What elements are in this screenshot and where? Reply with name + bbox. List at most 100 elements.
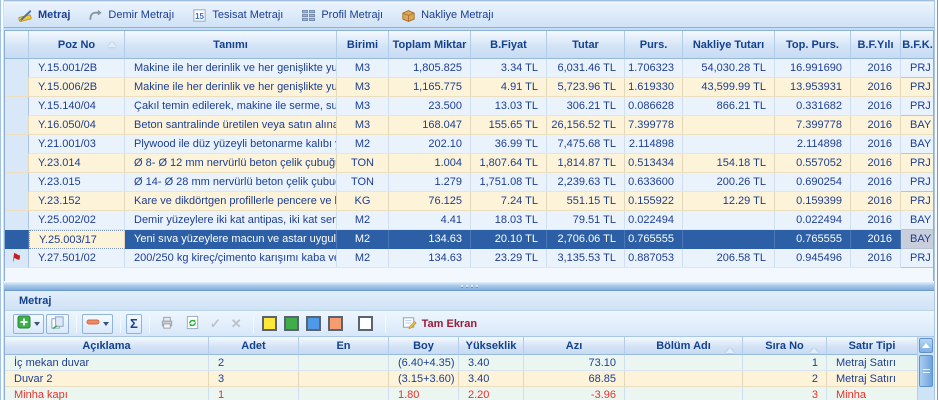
cell-purs[interactable]: 2.114898 xyxy=(625,135,683,154)
cell-bolum[interactable] xyxy=(625,371,743,387)
cell-toplam[interactable]: 134.63 xyxy=(389,249,471,268)
column-header-bfyil[interactable]: B.F.Yılı xyxy=(851,31,901,59)
cell-toplam[interactable]: 202.10 xyxy=(389,135,471,154)
row-gutter-cell[interactable] xyxy=(5,154,29,173)
column-header-bfiyat[interactable]: B.Fiyat xyxy=(471,31,547,59)
table-row[interactable]: Y.23.015Ø 14- Ø 28 mm nervürlü beton çel… xyxy=(5,173,933,192)
cell-en[interactable] xyxy=(299,371,389,387)
row-gutter-cell[interactable] xyxy=(5,97,29,116)
table-row[interactable]: Y.21.001/03Plywood ile düz yüzeyli beton… xyxy=(5,135,933,154)
cell-bfiyat[interactable]: 7.24 TL xyxy=(471,192,547,211)
cell-birim[interactable]: M3 xyxy=(337,59,389,78)
cell-sira[interactable]: 3 xyxy=(743,387,827,400)
cell-tutar[interactable]: 7,475.68 TL xyxy=(547,135,625,154)
cell-toppurs[interactable]: 0.159399 xyxy=(775,192,851,211)
color-swatch-button[interactable] xyxy=(284,316,299,331)
cell-bfiyat[interactable]: 23.29 TL xyxy=(471,249,547,268)
cell-en[interactable] xyxy=(299,355,389,371)
column-header-purs[interactable]: Purs. xyxy=(625,31,683,59)
column-header-azi[interactable]: Azı xyxy=(524,337,625,355)
cell-birim[interactable]: M3 xyxy=(337,116,389,135)
table-row[interactable]: Y.15.006/2BMakine ile her derinlik ve he… xyxy=(5,78,933,97)
cell-birim[interactable]: TON xyxy=(337,173,389,192)
cell-nakliye[interactable]: 154.18 TL xyxy=(683,154,775,173)
cell-birim[interactable]: M2 xyxy=(337,211,389,230)
cell-nakliye[interactable] xyxy=(683,230,775,249)
cell-bfiyat[interactable]: 4.91 TL xyxy=(471,78,547,97)
cell-toppurs[interactable]: 0.945496 xyxy=(775,249,851,268)
cell-nakliye[interactable] xyxy=(683,211,775,230)
cell-bfiyat[interactable]: 13.03 TL xyxy=(471,97,547,116)
cell-azi[interactable]: -3.96 xyxy=(524,387,625,400)
column-header-bolum[interactable]: Bölüm Adı xyxy=(625,337,743,355)
tab-profil-metraji[interactable]: Profil Metrajı xyxy=(297,4,397,26)
cell-tanim[interactable]: 200/250 kg kireç/çimento karışımı kaba v… xyxy=(125,249,337,268)
cell-tutar[interactable]: 2,706.06 TL xyxy=(547,230,625,249)
row-gutter-cell[interactable] xyxy=(5,59,29,78)
table-row[interactable]: Minha kapı11.802.20-3.963Minha xyxy=(5,387,934,400)
cell-azi[interactable]: 68.85 xyxy=(524,371,625,387)
confirm-button[interactable]: ✓ xyxy=(206,314,225,334)
column-header-adet[interactable]: Adet xyxy=(209,337,299,355)
cell-toplam[interactable]: 4.41 xyxy=(389,211,471,230)
cell-bolum[interactable] xyxy=(625,387,743,400)
cell-purs[interactable]: 0.633600 xyxy=(625,173,683,192)
cell-boy[interactable]: 1.80 xyxy=(389,387,459,400)
column-header-satir[interactable]: Satır Tipi xyxy=(827,337,918,355)
cell-toppurs[interactable]: 7.399778 xyxy=(775,116,851,135)
cell-poz[interactable]: Y.15.140/04 xyxy=(29,97,125,116)
cell-tutar[interactable]: 306.21 TL xyxy=(547,97,625,116)
color-swatch-button[interactable] xyxy=(306,316,321,331)
cell-bfk[interactable]: BAY xyxy=(901,230,934,249)
cell-en[interactable] xyxy=(299,387,389,400)
cancel-button[interactable]: ✕ xyxy=(227,314,246,334)
cell-tanim[interactable]: Demir yüzeylere iki kat antipas, iki kat… xyxy=(125,211,337,230)
cell-tutar[interactable]: 3,135.53 TL xyxy=(547,249,625,268)
color-swatch-button[interactable] xyxy=(328,316,343,331)
cell-poz[interactable]: Y.23.014 xyxy=(29,154,125,173)
tab-tesisat-metraji[interactable]: 15 Tesisat Metrajı xyxy=(188,4,297,26)
cell-satir[interactable]: Metraj Satırı xyxy=(827,371,918,387)
cell-purs[interactable]: 0.765555 xyxy=(625,230,683,249)
cell-nakliye[interactable]: 43,599.99 TL xyxy=(683,78,775,97)
cell-poz[interactable]: Y.15.001/2B xyxy=(29,59,125,78)
cell-purs[interactable]: 7.399778 xyxy=(625,116,683,135)
column-header-poz[interactable]: Poz No xyxy=(29,31,125,59)
cell-toplam[interactable]: 1.004 xyxy=(389,154,471,173)
cell-poz[interactable]: Y.23.152 xyxy=(29,192,125,211)
cell-birim[interactable]: M3 xyxy=(337,97,389,116)
table-row[interactable]: Y.15.140/04Çakıl temin edilerek, makine … xyxy=(5,97,933,116)
cell-adet[interactable]: 3 xyxy=(209,371,299,387)
color-swatch-button[interactable] xyxy=(358,316,373,331)
tab-nakliye-metraji[interactable]: Nakliye Metrajı xyxy=(397,4,508,26)
vertical-scrollbar[interactable] xyxy=(917,337,934,400)
cell-poz[interactable]: Y.25.002/02 xyxy=(29,211,125,230)
color-swatch-button[interactable] xyxy=(262,316,277,331)
cell-bfyil[interactable]: 2016 xyxy=(851,116,901,135)
row-gutter-cell[interactable] xyxy=(5,192,29,211)
fullscreen-button[interactable]: Tam Ekran xyxy=(397,314,482,334)
cell-tanim[interactable]: Makine ile her derinlik ve her genişlikt… xyxy=(125,78,337,97)
cell-purs[interactable]: 0.022494 xyxy=(625,211,683,230)
cell-birim[interactable]: M2 xyxy=(337,230,389,249)
table-row[interactable]: Y.16.050/04Beton santralinde üretilen ve… xyxy=(5,116,933,135)
cell-toppurs[interactable]: 0.690254 xyxy=(775,173,851,192)
cell-toplam[interactable]: 134.63 xyxy=(389,230,471,249)
cell-poz[interactable]: Y.23.015 xyxy=(29,173,125,192)
cell-purs[interactable]: 1.619330 xyxy=(625,78,683,97)
cell-toppurs[interactable]: 0.022494 xyxy=(775,211,851,230)
row-gutter-cell[interactable] xyxy=(5,173,29,192)
row-gutter-cell[interactable] xyxy=(5,211,29,230)
cell-bfyil[interactable]: 2016 xyxy=(851,192,901,211)
table-row[interactable]: Y.25.003/17Yeni sıva yüzeylere macun ve … xyxy=(5,230,933,249)
cell-birim[interactable]: M2 xyxy=(337,249,389,268)
cell-azi[interactable]: 73.10 xyxy=(524,355,625,371)
cell-poz[interactable]: Y.21.001/03 xyxy=(29,135,125,154)
cell-boy[interactable]: (6.40+4.35) xyxy=(389,355,459,371)
column-header-toppurs[interactable]: Top. Purs. xyxy=(775,31,851,59)
cell-tutar[interactable]: 1,814.87 TL xyxy=(547,154,625,173)
cell-bfyil[interactable]: 2016 xyxy=(851,211,901,230)
cell-toppurs[interactable]: 16.991690 xyxy=(775,59,851,78)
cell-acik[interactable]: Minha kapı xyxy=(5,387,209,400)
add-row-button[interactable] xyxy=(13,314,44,334)
